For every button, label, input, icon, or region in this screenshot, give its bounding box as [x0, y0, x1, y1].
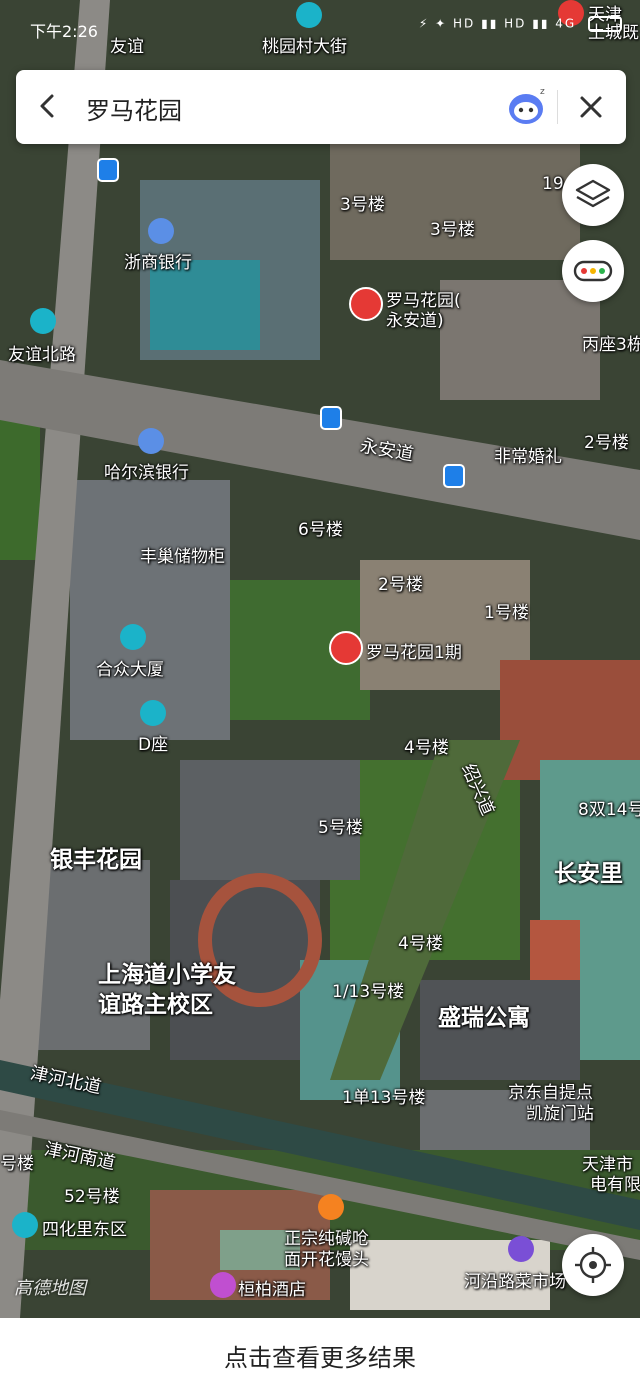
map-label: 1/13号楼: [332, 982, 405, 1002]
search-bar[interactable]: 罗马花园 z: [16, 70, 626, 144]
close-icon[interactable]: [574, 90, 608, 124]
satellite-map[interactable]: 桃园村大街 友谊 天津 土城既 3号楼 3号楼 19 浙商银行 罗马花园( 永安…: [0, 0, 640, 1318]
map-label: 四化里东区: [42, 1220, 127, 1240]
home-pin-icon[interactable]: [329, 631, 363, 665]
map-label: 桓柏酒店: [238, 1280, 306, 1300]
hotel-icon[interactable]: [210, 1272, 236, 1298]
map-label: 罗马花园1期: [366, 643, 462, 663]
map-poi-icon[interactable]: [12, 1212, 38, 1238]
map-label: 哈尔滨银行: [104, 463, 189, 483]
map-label: 1单13号楼: [342, 1088, 426, 1108]
building-icon[interactable]: [120, 624, 146, 650]
map-label: 凯旋门站: [526, 1104, 594, 1124]
status-bar: 下午2:26 ⚡ ✦ HD ▮▮ HD ▮▮ 4G: [0, 0, 640, 44]
search-query[interactable]: 罗马花园: [86, 91, 182, 126]
map-label: 8双14号: [578, 800, 640, 820]
search-divider: [557, 90, 558, 124]
map-label: 电有限: [590, 1175, 640, 1195]
restaurant-icon[interactable]: [318, 1194, 344, 1220]
map-label: 永安道): [386, 311, 444, 331]
map-label: 丙座3栋: [582, 335, 640, 355]
map-label: 6号楼: [298, 520, 343, 540]
map-label: 4号楼: [404, 738, 449, 758]
bank-icon[interactable]: [138, 428, 164, 454]
map-label: 3号楼: [430, 220, 475, 240]
map-label: 2号楼: [584, 433, 629, 453]
status-indicator-text: ⚡ ✦ HD ▮▮ HD ▮▮ 4G: [418, 16, 577, 31]
bottom-bar[interactable]: 点击查看更多结果: [0, 1318, 640, 1386]
map-label: 2号楼: [378, 575, 423, 595]
map-label: 河沿路菜市场: [464, 1272, 566, 1292]
market-icon[interactable]: [508, 1236, 534, 1262]
map-poi-icon[interactable]: [30, 308, 56, 334]
layers-button[interactable]: [562, 164, 624, 226]
map-label: 3号楼: [340, 195, 385, 215]
locate-button[interactable]: [562, 1234, 624, 1296]
map-label: 友谊北路: [8, 345, 76, 365]
bus-stop-icon[interactable]: [320, 406, 342, 430]
status-indicators: ⚡ ✦ HD ▮▮ HD ▮▮ 4G: [419, 16, 622, 32]
back-arrow-icon[interactable]: [30, 88, 66, 124]
map-label: 合众大厦: [96, 660, 164, 680]
map-label: 1号楼: [484, 603, 529, 623]
area-label: 上海道小学友: [98, 962, 236, 988]
area-label: 盛瑞公寓: [438, 1005, 530, 1031]
status-time: 下午2:26: [30, 22, 98, 41]
map-label: 浙商银行: [124, 253, 192, 273]
building-icon[interactable]: [140, 700, 166, 726]
map-label: 5号楼: [318, 818, 363, 838]
traffic-icon: [573, 260, 613, 282]
map-label: 52号楼: [64, 1187, 120, 1207]
map-label: 非常婚礼: [494, 447, 562, 467]
locate-icon: [575, 1247, 611, 1283]
bus-stop-icon[interactable]: [443, 464, 465, 488]
map-label: 丰巢储物柜: [140, 547, 225, 567]
layers-icon: [575, 179, 611, 208]
home-pin-icon[interactable]: [349, 287, 383, 321]
bank-icon[interactable]: [148, 218, 174, 244]
map-label: 号楼: [0, 1154, 34, 1174]
svg-text:z: z: [540, 87, 545, 97]
area-label: 银丰花园: [50, 847, 142, 873]
more-results-button[interactable]: 点击查看更多结果: [0, 1338, 640, 1373]
area-label: 谊路主校区: [98, 992, 213, 1018]
map-label: 4号楼: [398, 934, 443, 954]
battery-icon: [588, 16, 622, 32]
map-label: 面开花馒头: [284, 1250, 369, 1270]
voice-assistant-icon[interactable]: z: [504, 84, 550, 130]
traffic-button[interactable]: [562, 240, 624, 302]
map-watermark: 高德地图: [14, 1278, 86, 1299]
map-label: D座: [138, 735, 169, 755]
area-label: 长安里: [554, 861, 623, 887]
bus-stop-icon[interactable]: [97, 158, 119, 182]
map-label: 19: [542, 174, 564, 194]
